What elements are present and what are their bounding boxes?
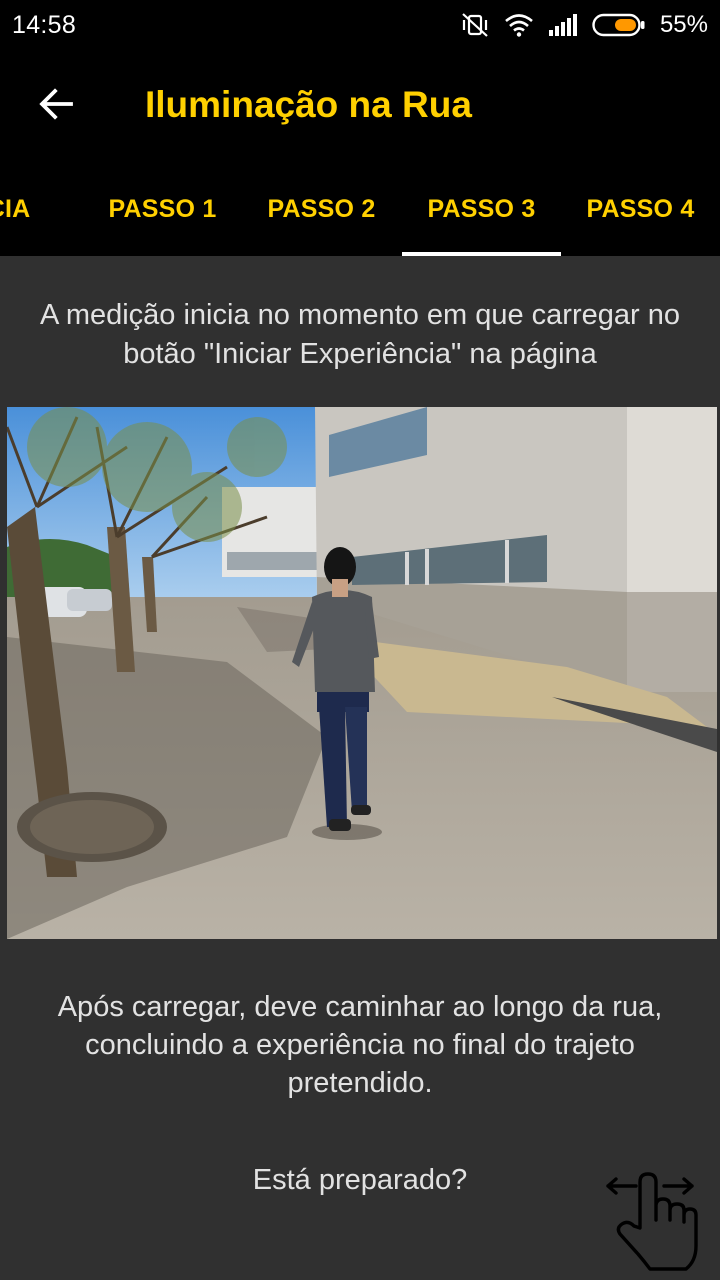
- status-bar: 14:58 55%: [0, 0, 720, 50]
- page-title: Iluminação na Rua: [145, 84, 472, 125]
- tab-passo-3[interactable]: PASSO 3: [402, 162, 561, 256]
- signal-icon: [548, 13, 578, 37]
- app-bar: Iluminação na Rua: [0, 50, 720, 162]
- tab-passo-4[interactable]: PASSO 4: [561, 162, 720, 256]
- intro-text: A medição inicia no momento em que carre…: [40, 299, 680, 370]
- arrow-left-icon: [38, 86, 74, 127]
- status-time: 14:58: [12, 10, 77, 39]
- screen: 14:58 55% Iluminação na Rua IA PASSO 1 P…: [0, 0, 720, 1280]
- street-photo: [7, 407, 717, 939]
- tab-partial[interactable]: NCIA: [0, 162, 79, 256]
- status-icons: 55%: [460, 11, 708, 39]
- vibrate-off-icon: [460, 11, 490, 39]
- instruction-text: Após carregar, deve caminhar ao longo da…: [57, 991, 663, 1099]
- tab-passo-2[interactable]: PASSO 2: [242, 162, 401, 256]
- tab-passo-1[interactable]: PASSO 1: [83, 162, 242, 256]
- battery-percent: 55%: [659, 11, 708, 38]
- step-tabs: NCIA PASSO 1 PASSO 2 PASSO 3 PASSO 4: [0, 162, 720, 256]
- back-button[interactable]: [0, 50, 112, 162]
- battery-icon: [592, 12, 646, 38]
- swipe-hand-icon: [600, 1166, 710, 1276]
- wifi-icon: [504, 13, 534, 37]
